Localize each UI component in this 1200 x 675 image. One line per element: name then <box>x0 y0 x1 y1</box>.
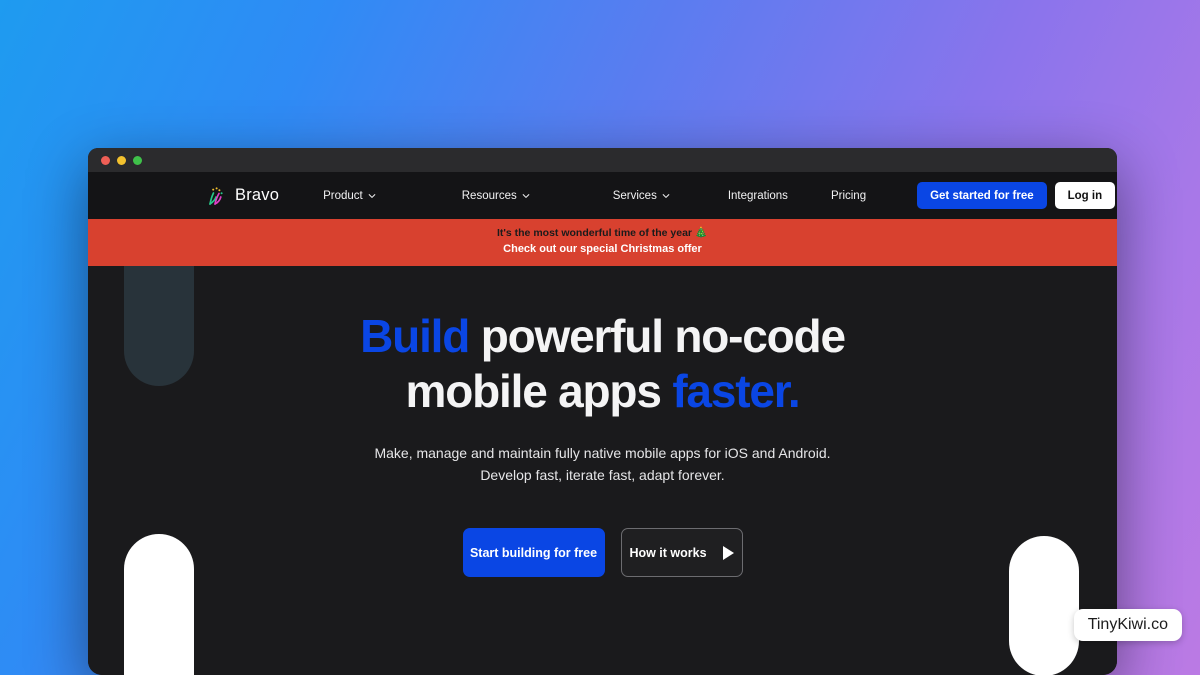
nav-item-label: Resources <box>461 189 517 202</box>
nav-item-label: Integrations <box>727 189 788 202</box>
headline-accent-2: faster. <box>672 365 800 417</box>
hero-section: Build powerful no-code mobile apps faste… <box>88 266 1117 675</box>
nav-item-integrations[interactable]: Integrations <box>728 190 788 202</box>
browser-window: Bravo Product Resources Services Integra… <box>88 148 1117 675</box>
navbar-links: Product Resources Services Integrations … <box>323 190 866 202</box>
site-navbar: Bravo Product Resources Services Integra… <box>88 172 1117 219</box>
brand-name: Bravo <box>235 186 280 204</box>
promo-banner-line2: Check out our special Christmas offer <box>503 243 702 255</box>
headline-line-1: Build powerful no-code <box>88 309 1117 364</box>
page-background: Bravo Product Resources Services Integra… <box>0 0 1200 675</box>
get-started-button[interactable]: Get started for free <box>917 182 1047 209</box>
chevron-down-icon <box>662 192 670 200</box>
minimize-button[interactable] <box>117 155 126 165</box>
nav-item-pricing[interactable]: Pricing <box>831 190 866 202</box>
promo-banner-line1: It's the most wonderful time of the year… <box>496 227 708 239</box>
headline-accent-1: Build <box>360 310 470 362</box>
confetti-icon <box>207 186 227 206</box>
nav-item-services[interactable]: Services <box>613 190 670 202</box>
subheading-line-2: Develop fast, iterate fast, adapt foreve… <box>480 467 725 483</box>
nav-item-label: Pricing <box>830 189 867 202</box>
headline-plain-1: powerful no-code <box>469 310 846 362</box>
hero-subheading: Make, manage and maintain fully native m… <box>88 442 1117 486</box>
maximize-button[interactable] <box>133 155 142 165</box>
navbar-actions: Get started for free Log in <box>917 182 1116 209</box>
start-building-button[interactable]: Start building for free <box>462 528 605 577</box>
headline-plain-2: mobile apps <box>405 365 673 417</box>
close-button[interactable] <box>101 155 110 165</box>
hero-cta-row: Start building for free How it works <box>88 528 1117 577</box>
nav-item-label: Product <box>323 189 363 202</box>
nav-item-resources[interactable]: Resources <box>462 190 530 202</box>
promo-banner[interactable]: It's the most wonderful time of the year… <box>88 219 1117 266</box>
how-it-works-label: How it works <box>629 545 707 560</box>
chevron-down-icon <box>522 192 530 200</box>
login-button[interactable]: Log in <box>1054 182 1116 209</box>
watermark: TinyKiwi.co <box>1073 609 1182 641</box>
chevron-down-icon <box>368 192 376 200</box>
hero-content: Build powerful no-code mobile apps faste… <box>88 266 1117 577</box>
headline-line-2: mobile apps faster. <box>88 364 1117 419</box>
nav-item-product[interactable]: Product <box>323 190 376 202</box>
hero-headline: Build powerful no-code mobile apps faste… <box>88 309 1117 419</box>
brand-logo[interactable]: Bravo <box>207 186 279 206</box>
nav-item-label: Services <box>612 189 657 202</box>
subheading-line-1: Make, manage and maintain fully native m… <box>374 445 831 461</box>
window-titlebar <box>88 148 1117 172</box>
how-it-works-button[interactable]: How it works <box>620 528 743 577</box>
play-icon <box>722 545 734 560</box>
